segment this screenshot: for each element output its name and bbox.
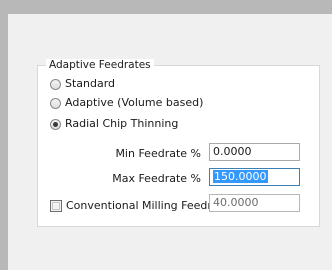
conventional-milling-checkbox[interactable] <box>50 200 62 212</box>
min-feedrate-label: Min Feedrate % <box>115 147 201 160</box>
radio-adaptive[interactable]: Adaptive (Volume based) <box>50 96 203 110</box>
conventional-milling-label: Conventional Milling Feedrate <box>66 199 230 212</box>
radio-standard-label: Standard <box>65 77 116 90</box>
max-feedrate-label: Max Feedrate % <box>112 172 201 185</box>
min-feedrate-input[interactable]: 0.0000 <box>209 143 300 161</box>
radio-standard[interactable]: Standard <box>50 77 115 91</box>
radio-radial-chip-thinning-indicator[interactable] <box>50 118 61 130</box>
radio-standard-indicator[interactable] <box>50 78 61 90</box>
max-feedrate-input[interactable]: 150.0000 <box>209 168 300 186</box>
conventional-milling-checkbox-row[interactable]: Conventional Milling Feedrate <box>50 199 230 213</box>
radio-radial-chip-thinning-label: Radial Chip Thinning <box>65 117 179 130</box>
max-feedrate-selected-text: 150.0000 <box>213 170 268 183</box>
radio-adaptive-label: Adaptive (Volume based) <box>65 96 204 109</box>
conventional-milling-input: 40.0000 <box>209 194 300 212</box>
group-title: Adaptive Feedrates <box>46 59 154 72</box>
radio-adaptive-indicator[interactable] <box>50 97 61 109</box>
radio-radial-chip-thinning[interactable]: Radial Chip Thinning <box>50 117 178 131</box>
